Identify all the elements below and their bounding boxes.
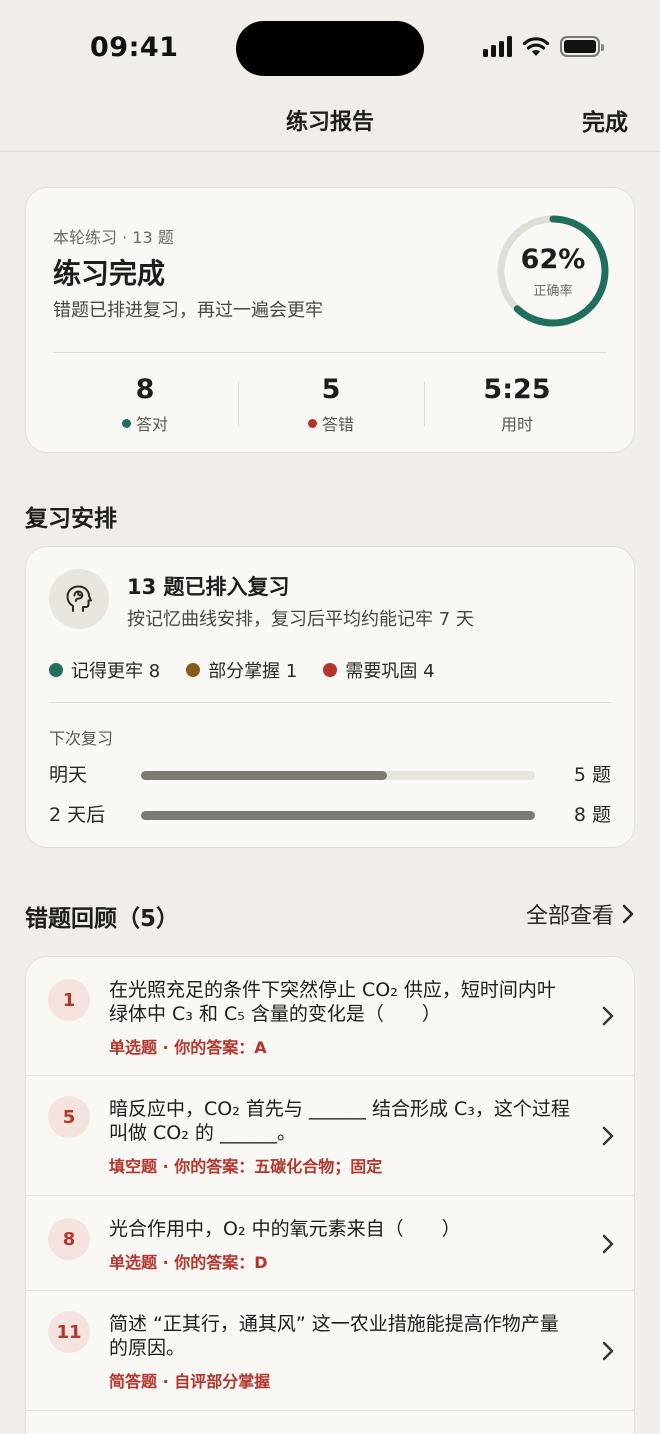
- stat-time-value: 5:25: [483, 374, 551, 405]
- correct-dot-icon: [121, 418, 131, 428]
- schedule-bar-fill: [141, 771, 388, 780]
- schedule-bar-fill: [141, 811, 535, 820]
- question-text: 光合作用中，O₂ 中的氧元素来自（ ）: [109, 1218, 461, 1240]
- wrong-question-item[interactable]: 8 光合作用中，O₂ 中的氧元素来自（ ） 单选题 · 你的答案：D: [26, 1196, 634, 1291]
- question-meta: 填空题 · 你的答案：五碳化合物；固定: [109, 1157, 383, 1176]
- question-meta: 单选题 · 你的答案：D: [109, 1253, 268, 1272]
- battery-icon: [560, 36, 604, 57]
- review-card: 13 题已排入复习 按记忆曲线安排，复习后平均约能记牢 7 天 记得更牢 8 部…: [25, 546, 635, 848]
- legend-dot-icon: [186, 663, 201, 677]
- question-text: 暗反应中，CO₂ 首先与 ______ 结合形成 C₃，这个过程叫做 CO₂ 的…: [109, 1098, 570, 1144]
- question-number-badge: 1: [48, 979, 90, 1021]
- question-meta: 单选题 · 你的答案：A: [109, 1038, 267, 1057]
- accuracy-value: 62%: [520, 244, 586, 275]
- review-card-subtitle: 按记忆曲线安排，复习后平均约能记牢 7 天: [127, 609, 474, 630]
- legend-item-strong: 记得更牢 8: [49, 657, 160, 683]
- stat-wrong-value: 5: [321, 374, 341, 405]
- question-meta: 简答题 · 自评部分掌握: [109, 1372, 271, 1391]
- chevron-right-icon: [602, 1234, 614, 1254]
- legend-item-weak: 需要巩固 4: [323, 657, 435, 683]
- review-section-title: 复习安排: [25, 506, 117, 532]
- page-title: 练习报告: [285, 110, 374, 135]
- wrong-dot-icon: [307, 418, 317, 428]
- next-review-label: 下次复习: [49, 729, 114, 748]
- question-text: 在光照充足的条件下突然停止 CO₂ 供应，短时间内叶绿体中 C₃ 和 C₅ 含量…: [109, 979, 556, 1025]
- stat-correct-value: 8: [135, 374, 155, 405]
- wrong-section-title: 错题回顾（5）: [25, 906, 180, 932]
- legend-item-partial: 部分掌握 1: [186, 657, 297, 683]
- done-button[interactable]: 完成: [582, 103, 628, 137]
- stat-time: 5:25 用时: [424, 374, 610, 435]
- schedule-row-tomorrow: 明天 5 题: [49, 760, 611, 790]
- status-bar: 09:41: [0, 0, 660, 96]
- legend-dot-icon: [49, 663, 63, 677]
- schedule-bar: [141, 771, 535, 780]
- wrong-question-item[interactable]: 1 在光照充足的条件下突然停止 CO₂ 供应，短时间内叶绿体中 C₃ 和 C₅ …: [26, 957, 634, 1076]
- legend-label: 需要巩固 4: [345, 661, 435, 682]
- legend-label: 部分掌握 1: [208, 661, 298, 682]
- schedule-count: 5 题: [573, 764, 611, 786]
- stat-wrong: 5 答错: [238, 374, 424, 435]
- wifi-icon: [522, 37, 550, 56]
- stat-time-label: 用时: [500, 415, 533, 434]
- view-all-link[interactable]: 全部查看: [526, 898, 634, 930]
- stat-correct-label: 答对: [135, 415, 168, 434]
- question-text: 简述 “正其行，通其风” 这一农业措施能提高作物产量的原因。: [109, 1313, 559, 1359]
- question-number-badge: 11: [48, 1311, 90, 1353]
- practice-meta: 本轮练习 · 13 题: [53, 228, 174, 247]
- schedule-label: 明天: [49, 764, 88, 786]
- legend-dot-icon: [323, 663, 338, 677]
- chevron-right-icon: [602, 1006, 614, 1026]
- stat-wrong-label: 答错: [321, 415, 354, 434]
- question-number-badge: 5: [48, 1096, 90, 1138]
- chevron-right-icon: [602, 1341, 614, 1361]
- wrong-question-item[interactable]: 5 暗反应中，CO₂ 首先与 ______ 结合形成 C₃，这个过程叫做 CO₂…: [26, 1076, 634, 1196]
- chevron-right-icon: [602, 1126, 614, 1146]
- status-time: 09:41: [90, 32, 179, 63]
- accuracy-label: 正确率: [533, 284, 573, 299]
- dynamic-island: [236, 21, 424, 76]
- question-number-badge: 8: [48, 1218, 90, 1260]
- accuracy-ring: 62% 正确率: [495, 213, 611, 329]
- schedule-label: 2 天后: [49, 804, 106, 826]
- review-card-title: 13 题已排入复习: [127, 575, 290, 599]
- brain-icon: [49, 569, 109, 629]
- cellular-signal-icon: [483, 36, 512, 57]
- summary-title: 练习完成: [53, 257, 166, 290]
- wrong-question-item[interactable]: 11 简述 “正其行，通其风” 这一农业措施能提高作物产量的原因。 简答题 · …: [26, 1291, 634, 1411]
- status-icons: [483, 36, 604, 57]
- chevron-right-icon: [622, 904, 634, 924]
- summary-subtitle: 错题已排进复习，再过一遍会更牢: [53, 300, 323, 321]
- wrong-question-list: 1 在光照充足的条件下突然停止 CO₂ 供应，短时间内叶绿体中 C₃ 和 C₅ …: [25, 956, 635, 1434]
- nav-bar: 练习报告 完成: [0, 96, 660, 152]
- legend-label: 记得更牢 8: [71, 661, 161, 682]
- schedule-bar: [141, 811, 535, 820]
- stat-correct: 8 答对: [52, 374, 238, 435]
- schedule-row-2-days: 2 天后 8 题: [49, 800, 611, 830]
- summary-card: 本轮练习 · 13 题 练习完成 错题已排进复习，再过一遍会更牢 62% 正确率…: [25, 187, 635, 453]
- divider: [49, 702, 611, 703]
- mastery-legend: 记得更牢 8 部分掌握 1 需要巩固 4: [49, 657, 435, 683]
- divider: [53, 352, 607, 353]
- view-all-label: 全部查看: [525, 904, 614, 929]
- schedule-count: 8 题: [573, 804, 611, 826]
